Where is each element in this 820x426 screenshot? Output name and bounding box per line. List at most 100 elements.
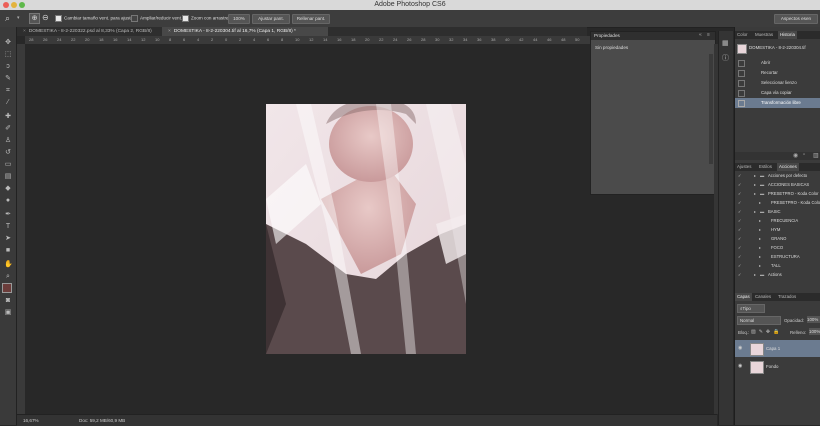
history-item-selected[interactable]: Transformación libre xyxy=(735,98,820,108)
quick-selection-tool-icon[interactable]: ✎ xyxy=(4,75,12,83)
tab-channels[interactable]: Canales xyxy=(753,293,773,301)
action-row[interactable]: ✓ ▸ TALL xyxy=(735,262,820,271)
zoom-level-readout[interactable]: 16,67% xyxy=(23,418,39,423)
zoom-all-windows-option[interactable]: Ampliar/reducir vent. xyxy=(131,15,182,22)
blur-tool-icon[interactable]: ◆ xyxy=(4,185,12,193)
zoom-tool-icon[interactable]: ⌕ xyxy=(4,273,12,281)
toggle-check-icon[interactable]: ✓ xyxy=(738,199,742,208)
toggle-check-icon[interactable]: ✓ xyxy=(738,253,742,262)
action-row[interactable]: ✓ ▸ PRESETPRO - Koda Color xyxy=(735,199,820,208)
gradient-tool-icon[interactable]: ▤ xyxy=(4,173,12,181)
expand-triangle-icon[interactable]: ▸ xyxy=(754,190,756,199)
action-row[interactable]: ✓ ▸ FRECUENCIA xyxy=(735,217,820,226)
document-size-readout[interactable]: Doc: 59,2 MB/60,9 MB xyxy=(79,418,125,423)
history-item[interactable]: Abrir xyxy=(735,58,820,68)
panel-menu-icon[interactable]: ≡ xyxy=(707,32,710,38)
scrubby-zoom-option[interactable]: Zoom con arrastre xyxy=(182,15,229,22)
expand-triangle-icon[interactable]: ▸ xyxy=(754,271,756,280)
action-set-row[interactable]: ✓ ▸ ▬ PRESETPRO - Koda Color xyxy=(735,190,820,199)
close-tab-icon[interactable]: × xyxy=(23,29,26,34)
visibility-eye-icon[interactable]: ◉ xyxy=(738,358,742,375)
healing-brush-tool-icon[interactable]: ✚ xyxy=(4,113,12,121)
fit-screen-button[interactable]: Ajustar pant. xyxy=(252,14,290,24)
tab-color[interactable]: Color xyxy=(735,31,750,39)
workspace-button[interactable]: Aspectos esen xyxy=(774,14,818,24)
layer-filter-select[interactable]: ⌕Tipo xyxy=(737,304,765,313)
screen-mode-icon[interactable]: ▣ xyxy=(4,309,12,317)
history-item[interactable]: Recortar xyxy=(735,68,820,78)
expand-triangle-icon[interactable]: ▸ xyxy=(754,208,756,217)
toggle-check-icon[interactable]: ✓ xyxy=(738,244,742,253)
document-image[interactable] xyxy=(266,104,466,354)
expand-triangle-icon[interactable]: ▸ xyxy=(759,235,761,244)
clone-stamp-tool-icon[interactable]: ♙ xyxy=(4,137,12,145)
toggle-check-icon[interactable]: ✓ xyxy=(738,208,742,217)
blend-mode-select[interactable]: Normal xyxy=(737,316,781,325)
checkbox-icon[interactable] xyxy=(131,15,138,22)
history-source-box[interactable] xyxy=(738,90,745,97)
fill-screen-button[interactable]: Rellenar pant. xyxy=(292,14,330,24)
quick-mask-icon[interactable]: ◙ xyxy=(4,297,12,305)
action-set-row[interactable]: ✓ ▸ ▬ ACCIONES BASICAS xyxy=(735,181,820,190)
path-selection-tool-icon[interactable]: ➤ xyxy=(4,235,12,243)
close-tab-icon[interactable]: × xyxy=(168,29,171,34)
zoom-in-icon[interactable]: ⊕ xyxy=(29,13,40,24)
toggle-check-icon[interactable]: ✓ xyxy=(738,190,742,199)
zoom-out-icon[interactable]: ⊖ xyxy=(42,13,49,22)
expand-triangle-icon[interactable]: ▸ xyxy=(759,253,761,262)
toggle-check-icon[interactable]: ✓ xyxy=(738,217,742,226)
tab-paths[interactable]: Trazados xyxy=(776,293,798,301)
toggle-check-icon[interactable]: ✓ xyxy=(738,172,742,181)
history-snapshot[interactable]: DOMESTIKA - 8-2-220304.tif xyxy=(735,40,820,56)
tab-document-1[interactable]: × DOMESTIKA - 8-2-220322.psd al 8,33% (Ca… xyxy=(17,27,163,36)
tab-adjustments[interactable]: Ajustes xyxy=(735,163,753,171)
checkbox-icon[interactable] xyxy=(182,15,189,22)
resize-windows-option[interactable]: Cambiar tamaño vent. para ajustar xyxy=(55,15,135,22)
tool-preset-chevron-icon[interactable]: ▾ xyxy=(17,15,20,21)
layer-row-selected[interactable]: ◉ Capa 1 xyxy=(735,340,820,357)
toggle-check-icon[interactable]: ✓ xyxy=(738,226,742,235)
eyedropper-tool-icon[interactable]: ⁄ xyxy=(4,99,12,107)
history-source-box[interactable] xyxy=(738,80,745,87)
history-source-box[interactable] xyxy=(738,60,745,67)
expand-triangle-icon[interactable]: ▸ xyxy=(759,244,761,253)
zoom-tool-icon[interactable]: ⌕ xyxy=(5,13,10,24)
move-tool-icon[interactable]: ✥ xyxy=(4,39,12,47)
eraser-tool-icon[interactable]: ▭ xyxy=(4,161,12,169)
history-brush-tool-icon[interactable]: ↺ xyxy=(4,149,12,157)
opacity-field[interactable]: 100% xyxy=(807,316,820,323)
brush-tool-icon[interactable]: ✐ xyxy=(4,125,12,133)
action-set-row[interactable]: ✓ ▸ ▬ Acciones por defecto xyxy=(735,172,820,181)
dodge-tool-icon[interactable]: ● xyxy=(4,197,12,205)
action-row[interactable]: ✓ ▸ ESTRUCTURA xyxy=(735,253,820,262)
history-item[interactable]: Seleccionar lienzo xyxy=(735,78,820,88)
tab-document-2[interactable]: × DOMESTIKA - 8-2-220304.tif al 16,7% (Ca… xyxy=(162,27,328,36)
action-set-row[interactable]: ✓ ▸ ▬ BASIC xyxy=(735,208,820,217)
tab-actions[interactable]: Acciones xyxy=(777,163,799,171)
history-item[interactable]: Capa vía copiar xyxy=(735,88,820,98)
camera-icon[interactable]: ◉ xyxy=(793,152,798,159)
trash-icon[interactable]: ▥ xyxy=(813,152,819,159)
expand-triangle-icon[interactable]: ▸ xyxy=(754,172,756,181)
layer-row[interactable]: ◉ Fondo xyxy=(735,358,820,375)
collapse-panel-icon[interactable]: « xyxy=(699,32,702,38)
info-icon[interactable]: ⓘ xyxy=(722,53,729,63)
hand-tool-icon[interactable]: ✋ xyxy=(4,261,13,269)
histogram-icon[interactable]: ▦ xyxy=(722,39,729,47)
shape-tool-icon[interactable]: ■ xyxy=(4,247,12,255)
action-set-row[interactable]: ✓ ▸ ▬ Actions xyxy=(735,271,820,280)
fill-field[interactable]: 100% xyxy=(809,328,820,335)
action-row[interactable]: ✓ ▸ HYM xyxy=(735,226,820,235)
tab-layers[interactable]: Capas xyxy=(735,293,752,301)
action-row[interactable]: ✓ ▸ FOCO xyxy=(735,244,820,253)
expand-triangle-icon[interactable]: ▸ xyxy=(759,262,761,271)
action-row[interactable]: ✓ ▸ GRANO xyxy=(735,235,820,244)
expand-triangle-icon[interactable]: ▸ xyxy=(759,226,761,235)
history-source-box[interactable] xyxy=(738,70,745,77)
history-source-box[interactable] xyxy=(738,100,745,107)
lock-icons[interactable]: ▨✎✥🔒 xyxy=(751,329,782,335)
toggle-check-icon[interactable]: ✓ xyxy=(738,181,742,190)
tab-styles[interactable]: Estilos xyxy=(757,163,774,171)
toggle-check-icon[interactable]: ✓ xyxy=(738,262,742,271)
zoom-100-button[interactable]: 100% xyxy=(228,14,250,24)
